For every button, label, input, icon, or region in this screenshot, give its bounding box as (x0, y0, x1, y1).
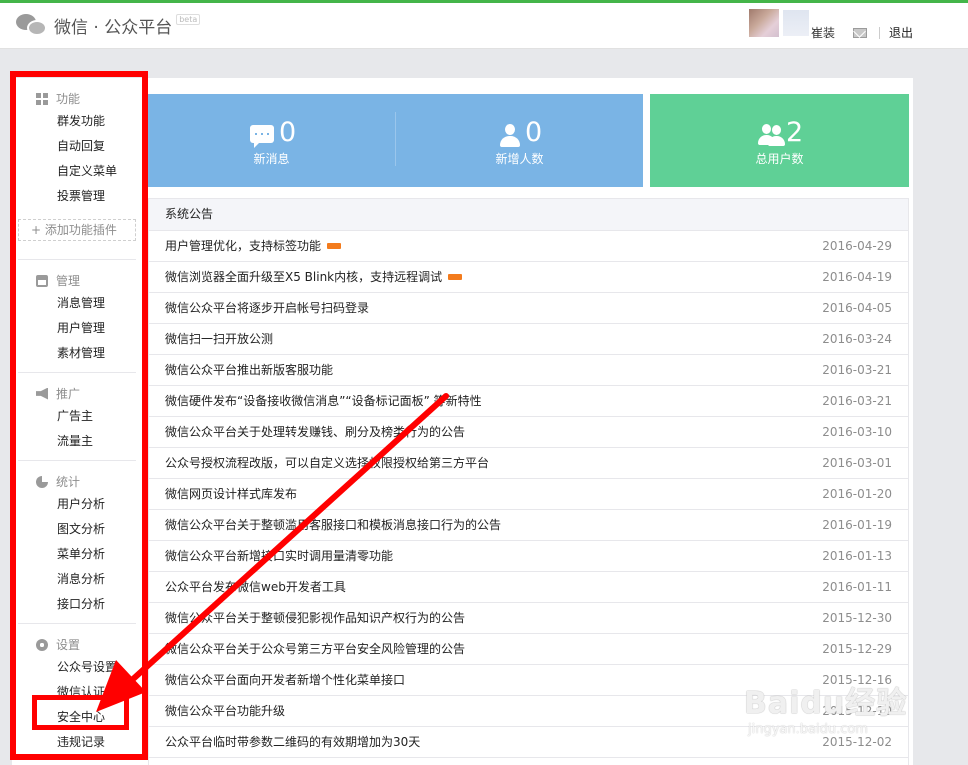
annotation-security-box (32, 695, 129, 730)
announcement-link[interactable]: 微信公众平台关于整顿侵犯影视作品知识产权行为的公告 (165, 611, 465, 625)
watermark-url: jingyan.baidu.com (748, 722, 868, 737)
announcement-title: 系统公告 (149, 199, 908, 231)
baidu-watermark: Baidu经验 jingyan.baidu.com (744, 678, 919, 758)
stat-label: 新消息 (253, 152, 290, 166)
wechat-logo-icon (16, 12, 50, 38)
stat-value: 0 (525, 117, 543, 148)
annotation-sidebar-box (10, 71, 148, 760)
announcement-date: 2016-01-13 (822, 549, 892, 563)
stat-value: 2 (786, 117, 804, 148)
stat-new-messages[interactable]: 0 新消息 (148, 94, 395, 187)
new-badge-icon (448, 273, 463, 280)
header-divider (879, 27, 880, 39)
stat-label: 总用户数 (755, 152, 804, 166)
stat-total-users[interactable]: 2 总用户数 (650, 94, 909, 187)
logo[interactable]: 微信 · 公众平台 beta (16, 12, 201, 38)
announcement-date: 2016-03-21 (822, 363, 892, 377)
logout-link[interactable]: 退出 (889, 24, 913, 41)
announcement-date: 2016-03-21 (822, 394, 892, 408)
announcement-row[interactable]: 微信网页设计样式库发布 2016-01-20 (149, 479, 908, 510)
announcement-date: 2016-04-19 (822, 270, 892, 284)
announcement-row[interactable]: 微信公众平台将逐步开启帐号扫码登录 2016-04-05 (149, 293, 908, 324)
announcement-row[interactable]: 微信公众平台关于公众号第三方平台安全风险管理的公告 2015-12-29 (149, 634, 908, 665)
announcement-link[interactable]: 微信公众平台将逐步开启帐号扫码登录 (165, 301, 369, 315)
announcement-link[interactable]: 微信公众平台关于处理转发赚钱、刷分及榜类行为的公告 (165, 425, 465, 439)
announcement-link[interactable]: 微信公众平台功能升级 (165, 704, 285, 718)
beta-badge: beta (176, 13, 201, 25)
avatar-blur (783, 10, 809, 36)
announcement-link[interactable]: 公众平台发布微信web开发者工具 (165, 580, 346, 594)
announcement-link[interactable]: 微信公众平台新增接口实时调用量清零功能 (165, 549, 393, 563)
announcement-link[interactable]: 微信扫一扫开放公测 (165, 332, 273, 346)
user-icon (500, 124, 520, 148)
announcement-link[interactable]: 微信公众平台关于公众号第三方平台安全风险管理的公告 (165, 642, 465, 656)
page-background-right (913, 49, 968, 765)
avatar[interactable] (749, 9, 779, 37)
announcement-link[interactable]: 用户管理优化，支持标签功能 (165, 239, 321, 253)
announcement-date: 2016-01-11 (822, 580, 892, 594)
announcement-date: 2016-01-20 (822, 487, 892, 501)
announcement-row[interactable]: 用户管理优化，支持标签功能 2016-04-29 (149, 231, 908, 262)
message-icon (250, 125, 274, 148)
announcement-row[interactable]: 微信浏览器全面升级至X5 Blink内核，支持远程调试 2016-04-19 (149, 262, 908, 293)
announcement-date: 2015-12-29 (822, 642, 892, 656)
announcement-date: 2016-04-05 (822, 301, 892, 315)
announcement-row[interactable]: 微信公众平台推出新版客服功能 2016-03-21 (149, 355, 908, 386)
announcement-date: 2016-04-29 (822, 239, 892, 253)
announcement-link[interactable]: 微信浏览器全面升级至X5 Blink内核，支持远程调试 (165, 270, 442, 284)
announcement-date: 2016-03-10 (822, 425, 892, 439)
announcement-row[interactable]: 微信公众平台关于处理转发赚钱、刷分及榜类行为的公告 2016-03-10 (149, 417, 908, 448)
announcement-row[interactable]: 公众平台发布微信web开发者工具 2016-01-11 (149, 572, 908, 603)
stat-new-followers[interactable]: 0 新增人数 (396, 94, 643, 187)
announcement-link[interactable]: 公众号授权流程改版，可以自定义选择权限授权给第三方平台 (165, 456, 489, 470)
announcement-row[interactable]: 微信硬件发布“设备接收微信消息”“设备标记面板” 等新特性 2016-03-21 (149, 386, 908, 417)
announcement-link[interactable]: 微信网页设计样式库发布 (165, 487, 297, 501)
announcement-date: 2016-01-19 (822, 518, 892, 532)
users-icon (758, 124, 785, 148)
app-title: 微信 · 公众平台 (54, 17, 173, 38)
announcement-link[interactable]: 微信硬件发布“设备接收微信消息”“设备标记面板” 等新特性 (165, 394, 482, 408)
announcement-link[interactable]: 微信公众平台面向开发者新增个性化菜单接口 (165, 673, 405, 687)
announcement-link[interactable]: 微信公众平台关于整顿滥用客服接口和模板消息接口行为的公告 (165, 518, 501, 532)
announcement-row[interactable]: 微信扫一扫开放公测 2016-03-24 (149, 324, 908, 355)
watermark-logo: Baidu经验 (744, 686, 908, 721)
mail-icon[interactable] (853, 28, 867, 38)
announcement-row[interactable]: 公众号授权流程改版，可以自定义选择权限授权给第三方平台 2016-03-01 (149, 448, 908, 479)
announcement-date: 2016-03-24 (822, 332, 892, 346)
stat-label: 新增人数 (495, 152, 544, 166)
announcement-date: 2015-12-30 (822, 611, 892, 625)
announcement-row[interactable]: 微信公众平台新增接口实时调用量清零功能 2016-01-13 (149, 541, 908, 572)
announcement-link[interactable]: 公众平台临时带参数二维码的有效期增加为30天 (165, 735, 420, 749)
announcement-row[interactable]: 微信公众平台关于整顿侵犯影视作品知识产权行为的公告 2015-12-30 (149, 603, 908, 634)
announcement-date: 2016-03-01 (822, 456, 892, 470)
user-name[interactable]: 崔装 (811, 24, 835, 41)
announcement-link[interactable]: 微信公众平台推出新版客服功能 (165, 363, 333, 377)
new-badge-icon (327, 242, 342, 249)
announcement-row[interactable]: 微信公众平台关于整顿滥用客服接口和模板消息接口行为的公告 2016-01-19 (149, 510, 908, 541)
stat-value: 0 (279, 117, 297, 148)
